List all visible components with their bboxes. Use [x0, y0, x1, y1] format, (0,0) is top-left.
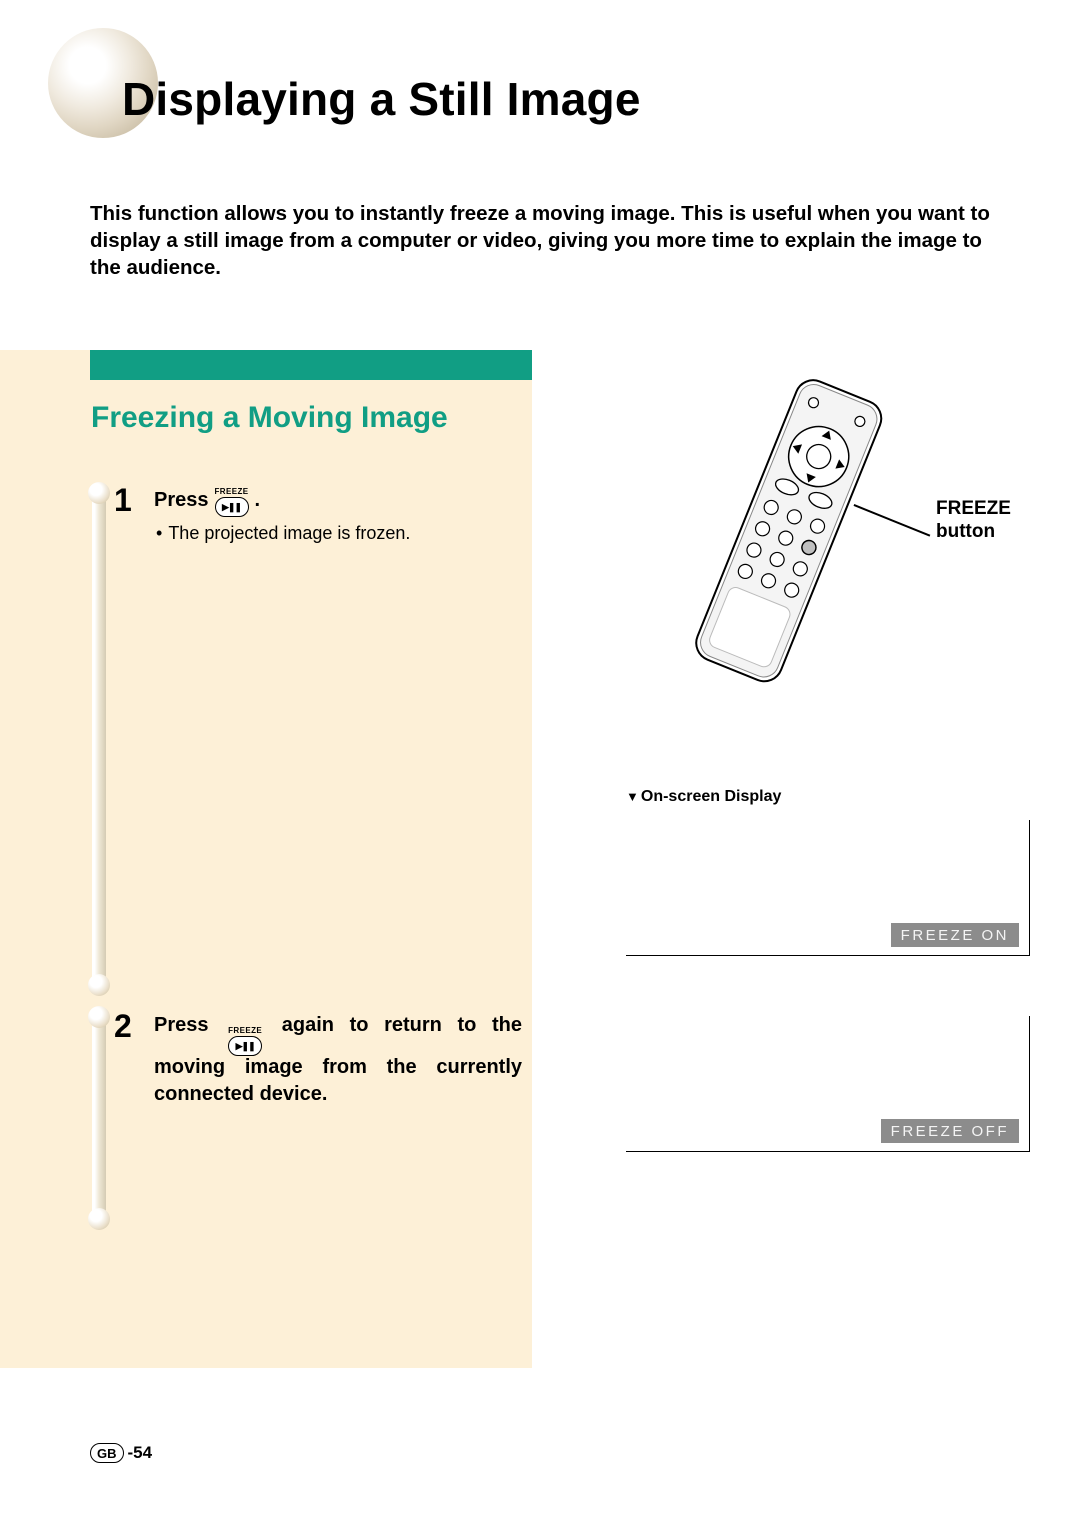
- remote-illustration: FREEZE button: [560, 350, 1030, 740]
- freeze-button-oval: ▶❚❚: [228, 1036, 262, 1056]
- step-1: 1 Press FREEZE ▶❚❚ . The projected image…: [114, 486, 522, 544]
- instruction-panel: Freezing a Moving Image 1 Press FREEZE ▶…: [0, 350, 532, 1368]
- step-track-cap: [88, 482, 110, 504]
- freeze-button-icon: FREEZE ▶❚❚: [215, 488, 249, 517]
- step-track: [92, 1012, 106, 1222]
- osd-heading-text: On-screen Display: [641, 788, 782, 805]
- step-instruction: Press FREEZE ▶❚❚ .: [154, 486, 522, 515]
- illustration-area: FREEZE button ▼On-screen Display FREEZE …: [560, 350, 1030, 740]
- step-number: 2: [114, 1008, 132, 1045]
- remote-control-icon: [670, 370, 900, 710]
- step-period: .: [255, 487, 261, 514]
- step-track: [92, 488, 106, 988]
- section-heading: Freezing a Moving Image: [91, 400, 521, 435]
- freeze-button-tiny-label: FREEZE: [215, 488, 249, 496]
- step-track-cap: [88, 974, 110, 996]
- osd-heading: ▼On-screen Display: [626, 788, 781, 806]
- step-track-cap: [88, 1208, 110, 1230]
- osd-tag-on: FREEZE ON: [891, 923, 1019, 947]
- step-bullet: The projected image is frozen.: [154, 523, 522, 544]
- page-title: Displaying a Still Image: [122, 72, 641, 126]
- section-accent-bar: [90, 350, 532, 380]
- freeze-callout-line2: button: [936, 521, 995, 542]
- step-rest-text: again to return to the moving image from…: [154, 1014, 522, 1105]
- page-number: -54: [128, 1443, 153, 1463]
- step-2: 2 Press FREEZE ▶❚❚ again to return to th…: [114, 1012, 522, 1108]
- step-press-word: Press: [154, 487, 209, 514]
- freeze-button-icon: FREEZE ▶❚❚: [228, 1027, 262, 1056]
- freeze-button-oval: ▶❚❚: [215, 497, 249, 517]
- region-badge: GB: [90, 1443, 124, 1463]
- freeze-button-tiny-label: FREEZE: [228, 1027, 262, 1035]
- page-footer: GB -54: [90, 1443, 152, 1463]
- step-instruction: Press FREEZE ▶❚❚ again to return to the …: [154, 1012, 522, 1108]
- osd-display-on: FREEZE ON: [626, 820, 1030, 956]
- intro-paragraph: This function allows you to instantly fr…: [90, 200, 992, 281]
- freeze-button-callout: FREEZE button: [936, 498, 1011, 544]
- step-press-word: Press: [154, 1014, 209, 1036]
- freeze-callout-line1: FREEZE: [936, 498, 1011, 519]
- step-number: 1: [114, 482, 132, 519]
- osd-tag-off: FREEZE OFF: [881, 1119, 1019, 1143]
- triangle-down-icon: ▼: [626, 789, 639, 804]
- step-track-cap: [88, 1006, 110, 1028]
- osd-display-off: FREEZE OFF: [626, 1016, 1030, 1152]
